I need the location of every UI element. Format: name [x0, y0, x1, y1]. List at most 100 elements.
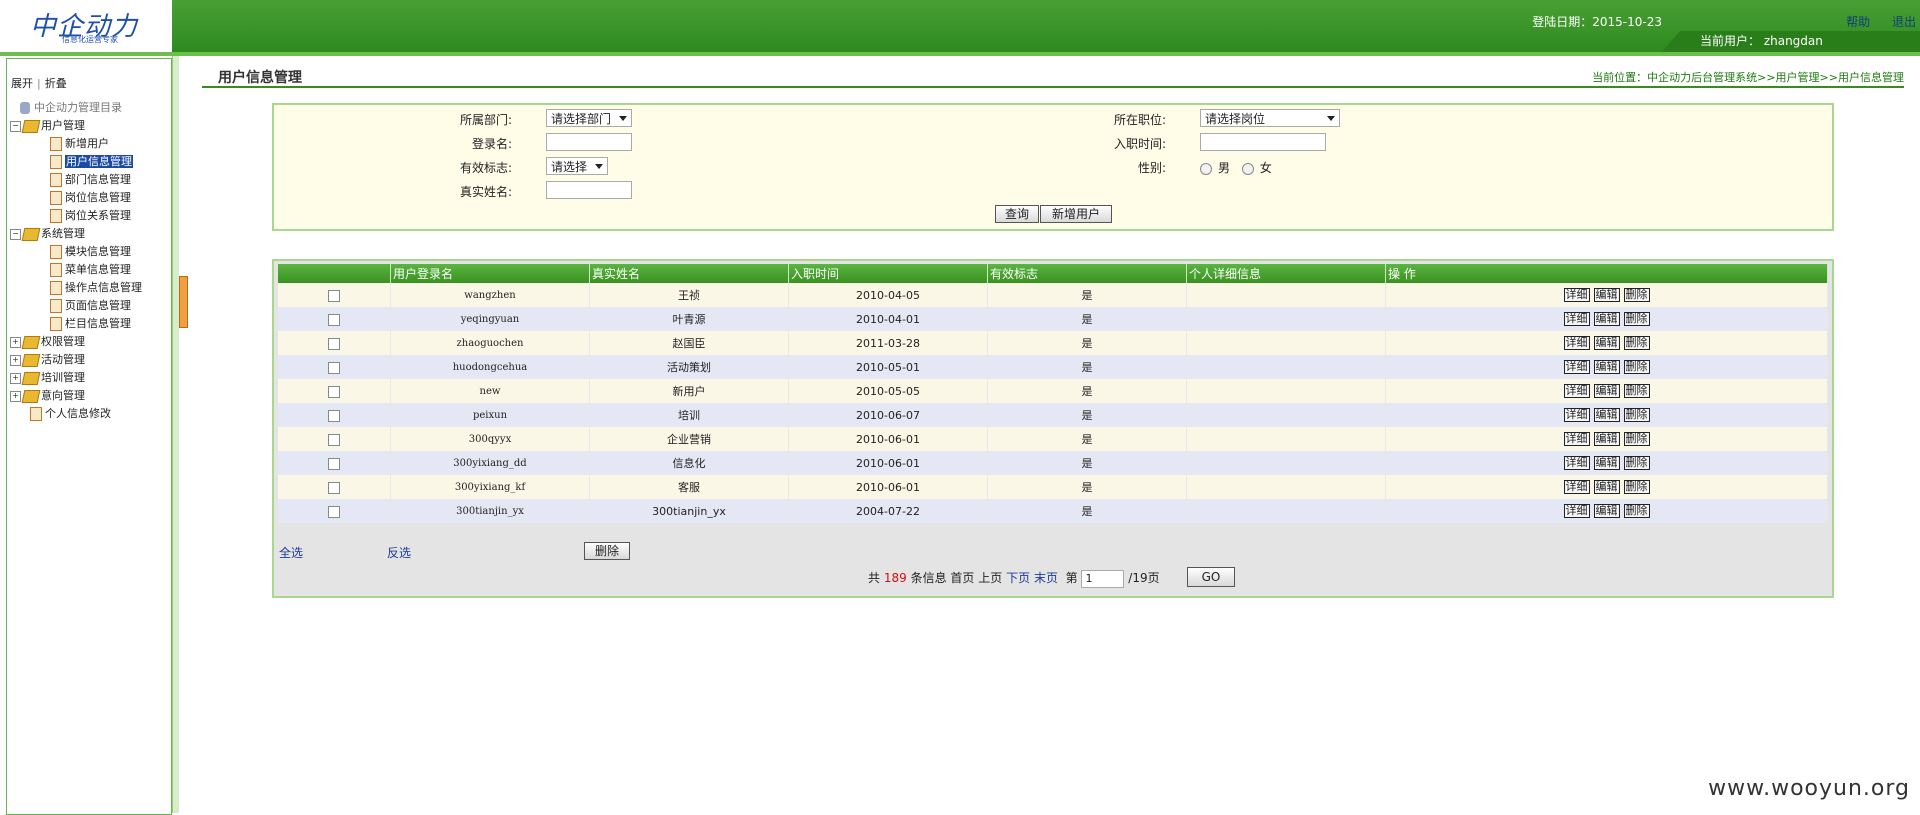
row-checkbox[interactable]	[328, 289, 340, 302]
help-link[interactable]: 帮助	[1846, 15, 1870, 29]
row-checkbox[interactable]	[328, 337, 340, 350]
tree-group-training[interactable]: + 培训管理	[10, 369, 142, 387]
tree-group-intentions[interactable]: + 意向管理	[10, 387, 142, 405]
detail-button[interactable]: 详细	[1563, 456, 1590, 470]
tree-item-operation-info[interactable]: 操作点信息管理	[10, 279, 142, 297]
cell-realname: 王祯	[589, 283, 789, 307]
detail-button[interactable]: 详细	[1563, 336, 1590, 350]
delete-button[interactable]: 删除	[1623, 480, 1650, 494]
row-checkbox[interactable]	[328, 457, 340, 470]
expand-icon[interactable]: +	[10, 354, 21, 366]
invert-selection-link[interactable]: 反选	[387, 544, 411, 561]
tree-item-menu-info[interactable]: 菜单信息管理	[10, 261, 142, 279]
tree-item-dept-info[interactable]: 部门信息管理	[10, 171, 142, 189]
delete-button[interactable]: 删除	[1623, 312, 1650, 326]
query-button[interactable]: 查询	[995, 205, 1039, 223]
detail-button[interactable]: 详细	[1563, 360, 1590, 374]
tree-item-personal-info[interactable]: 个人信息修改	[10, 405, 142, 423]
delete-button[interactable]: 删除	[1623, 288, 1650, 302]
detail-button[interactable]: 详细	[1563, 504, 1590, 518]
edit-button[interactable]: 编辑	[1593, 432, 1620, 446]
row-checkbox[interactable]	[328, 313, 340, 326]
cell-hiredate: 2010-06-01	[788, 475, 988, 499]
row-checkbox[interactable]	[328, 409, 340, 422]
select-all-link[interactable]: 全选	[279, 544, 303, 561]
tree-group-permissions[interactable]: + 权限管理	[10, 333, 142, 351]
detail-button[interactable]: 详细	[1563, 480, 1590, 494]
tree-group-activities[interactable]: + 活动管理	[10, 351, 142, 369]
delete-button[interactable]: 删除	[1623, 408, 1650, 422]
col-header-realname: 真实姓名	[589, 264, 789, 283]
last-page-link[interactable]: 末页	[1034, 571, 1058, 585]
row-checkbox[interactable]	[328, 505, 340, 518]
edit-button[interactable]: 编辑	[1593, 288, 1620, 302]
tree-item-page-info[interactable]: 页面信息管理	[10, 297, 142, 315]
detail-button[interactable]: 详细	[1563, 312, 1590, 326]
cell-detail	[1186, 283, 1386, 307]
row-checkbox[interactable]	[328, 433, 340, 446]
edit-button[interactable]: 编辑	[1593, 504, 1620, 518]
gender-male-radio[interactable]	[1200, 162, 1212, 175]
tree-group-system[interactable]: − 系统管理	[10, 225, 142, 243]
tree-group-users[interactable]: − 用户管理	[10, 117, 142, 135]
splitter[interactable]	[172, 56, 188, 813]
edit-button[interactable]: 编辑	[1593, 336, 1620, 350]
tree-item-position-info[interactable]: 岗位信息管理	[10, 189, 142, 207]
real-name-input[interactable]	[546, 181, 632, 199]
edit-button[interactable]: 编辑	[1593, 480, 1620, 494]
tree-item-add-user[interactable]: 新增用户	[10, 135, 142, 153]
collapse-sidebar-handle[interactable]	[179, 276, 188, 328]
collapse-link[interactable]: 折叠	[45, 77, 67, 90]
detail-button[interactable]: 详细	[1563, 384, 1590, 398]
expand-icon[interactable]: +	[10, 390, 21, 402]
batch-delete-button[interactable]: 删除	[584, 542, 630, 560]
tree-item-user-info[interactable]: 用户信息管理	[10, 153, 142, 171]
expand-icon[interactable]: +	[10, 336, 21, 348]
edit-button[interactable]: 编辑	[1593, 312, 1620, 326]
detail-button[interactable]: 详细	[1563, 288, 1590, 302]
login-name-input[interactable]	[546, 133, 632, 151]
valid-flag-select[interactable]: 请选择	[546, 157, 608, 175]
tree-root[interactable]: 中企动力管理目录	[10, 99, 142, 117]
delete-button[interactable]: 删除	[1623, 456, 1650, 470]
next-page-link[interactable]: 下页	[1006, 571, 1030, 585]
page-icon	[50, 209, 62, 223]
delete-button[interactable]: 删除	[1623, 504, 1650, 518]
gender-female-radio[interactable]	[1241, 162, 1254, 175]
hire-date-input[interactable]	[1200, 133, 1326, 151]
cell-actions: 详细 编辑 删除	[1385, 403, 1828, 427]
detail-button[interactable]: 详细	[1563, 408, 1590, 422]
row-checkbox[interactable]	[328, 385, 340, 398]
edit-button[interactable]: 编辑	[1593, 360, 1620, 374]
edit-button[interactable]: 编辑	[1593, 456, 1620, 470]
dept-select[interactable]: 请选择部门	[546, 109, 632, 127]
delete-button[interactable]: 删除	[1623, 432, 1650, 446]
expand-icon[interactable]: +	[10, 372, 21, 384]
add-user-button[interactable]: 新增用户	[1040, 205, 1112, 223]
tree-item-column-info[interactable]: 栏目信息管理	[10, 315, 142, 333]
delete-button[interactable]: 删除	[1623, 384, 1650, 398]
row-checkbox[interactable]	[328, 361, 340, 374]
edit-button[interactable]: 编辑	[1593, 408, 1620, 422]
delete-button[interactable]: 删除	[1623, 336, 1650, 350]
detail-button[interactable]: 详细	[1563, 432, 1590, 446]
collapse-icon[interactable]: −	[10, 120, 21, 132]
cell-hiredate: 2010-06-01	[788, 451, 988, 475]
tree-item-position-relation[interactable]: 岗位关系管理	[10, 207, 142, 225]
logout-link[interactable]: 退出	[1892, 15, 1916, 29]
collapse-icon[interactable]: −	[10, 228, 21, 240]
cell-login: huodongcehua	[390, 355, 590, 379]
delete-button[interactable]: 删除	[1623, 360, 1650, 374]
cell-login: wangzhen	[390, 283, 590, 307]
row-select-cell	[278, 451, 391, 475]
row-checkbox[interactable]	[328, 481, 340, 494]
expand-link[interactable]: 展开	[11, 77, 33, 90]
cell-login: yeqingyuan	[390, 307, 590, 331]
page-header: 用户信息管理 当前位置：中企动力后台管理系统>>用户管理>>用户信息管理	[202, 62, 1904, 88]
edit-button[interactable]: 编辑	[1593, 384, 1620, 398]
go-button[interactable]: GO	[1187, 567, 1235, 587]
cell-detail	[1186, 499, 1386, 523]
page-number-input[interactable]: 1	[1081, 569, 1125, 588]
tree-item-module-info[interactable]: 模块信息管理	[10, 243, 142, 261]
position-select[interactable]: 请选择岗位	[1200, 109, 1340, 127]
